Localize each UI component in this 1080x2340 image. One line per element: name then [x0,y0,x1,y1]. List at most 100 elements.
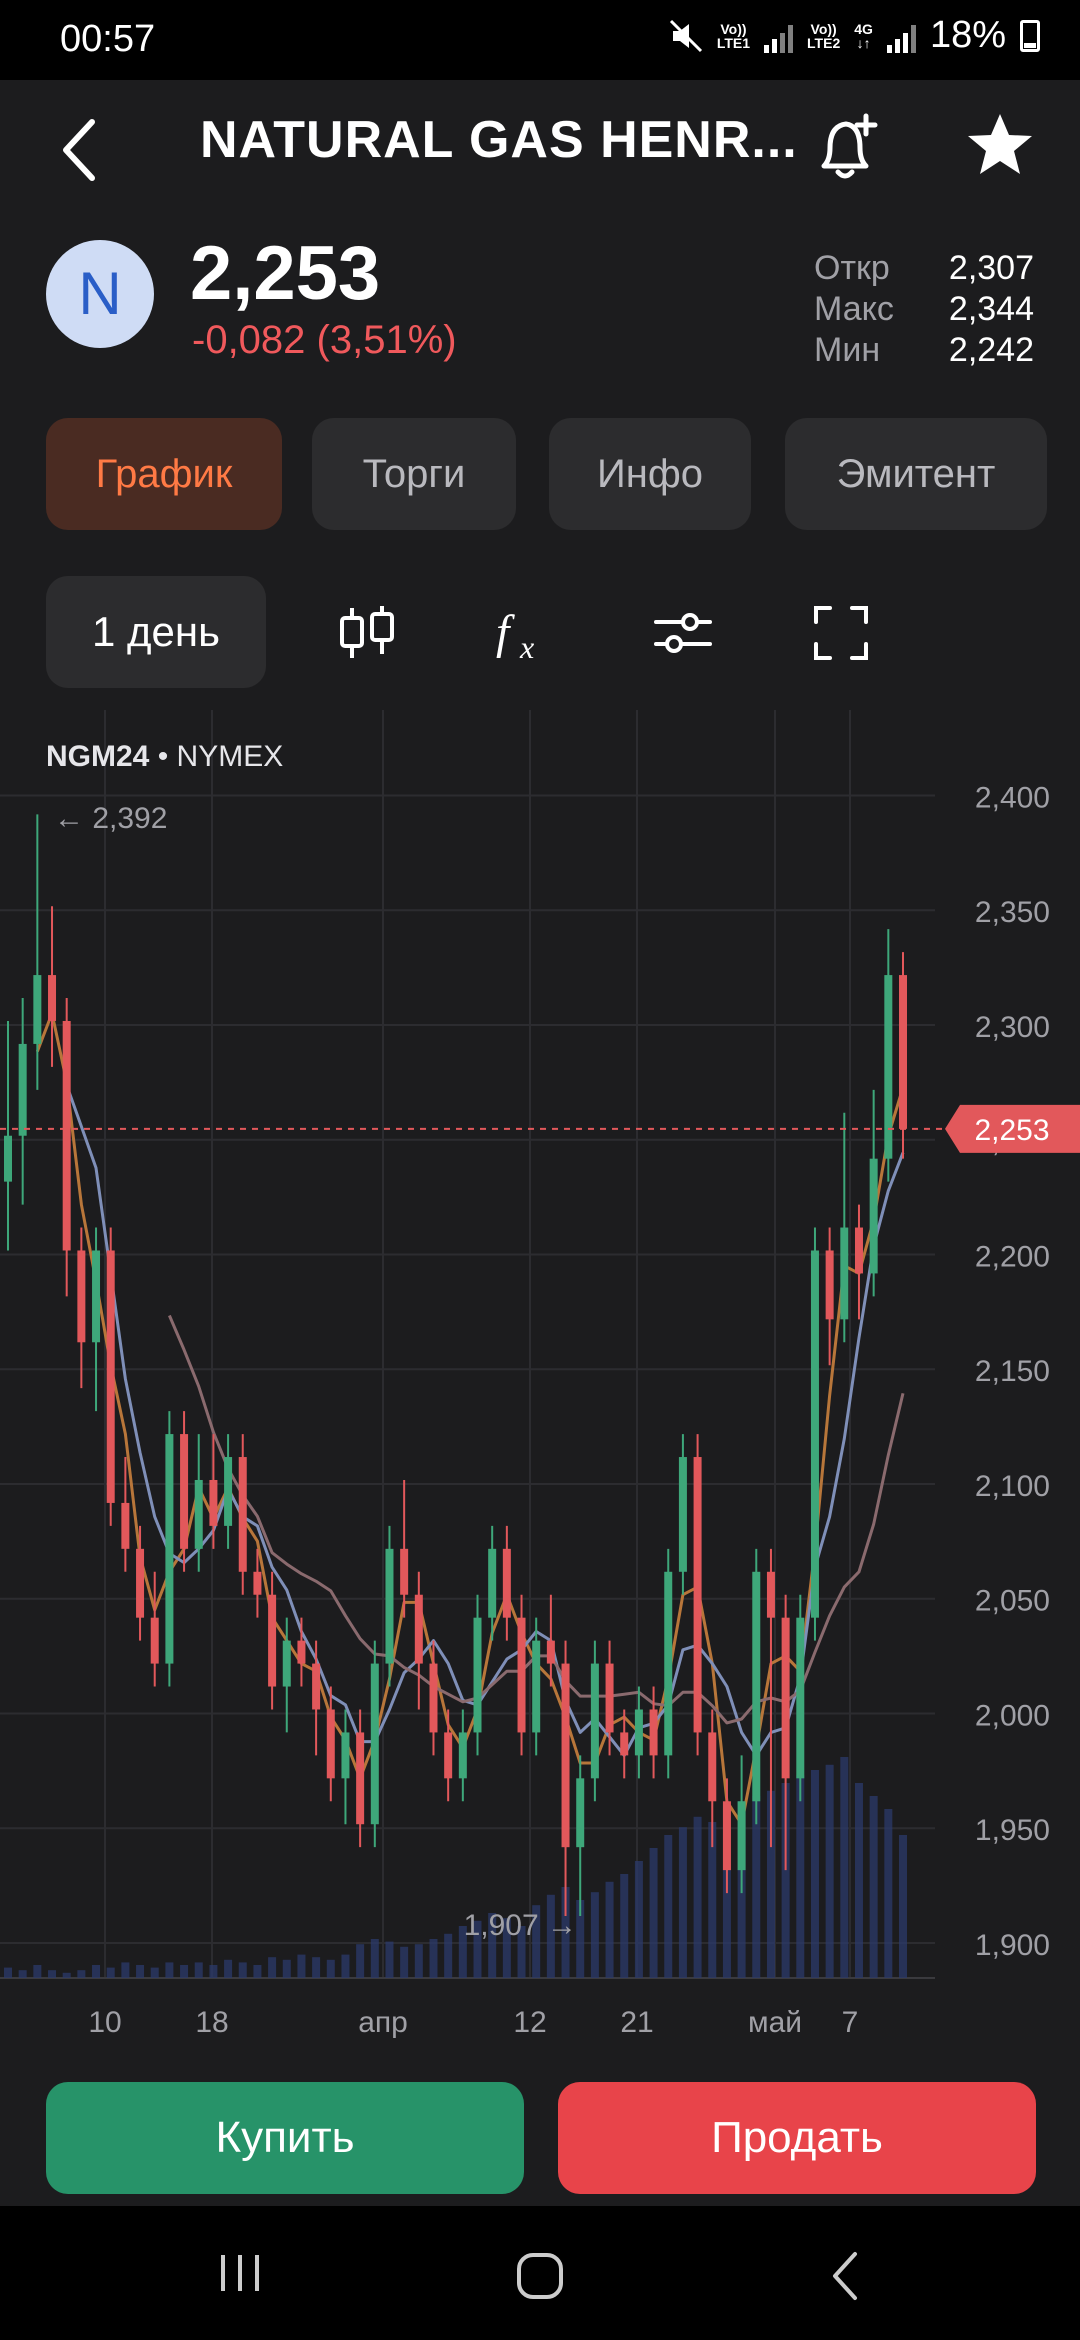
y-axis-label: 1,950 [975,1814,1050,1847]
x-axis-label: апр [358,2006,408,2039]
stat-low: Мин 2,242 [814,331,1034,369]
volume-bar [194,1962,203,1978]
candle-body [488,1548,497,1618]
candle-body [766,1571,775,1618]
candlestick-icon[interactable] [332,598,402,668]
trade-actions: Купить Продать [0,2082,1080,2194]
status-bar: 00:57 Vo)) LTE1 Vo)) LTE2 4G ↓↑ 18% [0,0,1080,80]
nav-back-icon[interactable] [825,2248,865,2304]
candle-body [605,1663,614,1733]
volume-bar [840,1757,849,1978]
fullscreen-icon[interactable] [806,598,876,668]
volume-bar [693,1816,702,1978]
back-icon[interactable] [50,110,110,190]
tab-info[interactable]: Инфо [549,418,751,530]
moving-average-line [65,1084,905,1757]
x-axis-label: 18 [195,2006,228,2039]
home-icon[interactable] [515,2251,565,2301]
stat-open: Откр 2,307 [814,249,1034,287]
tab-chart[interactable]: График [46,418,282,530]
candle-body [899,975,907,1129]
price-chart[interactable]: 2,4002,3502,3002,2502,2002,1502,1002,050… [0,710,1080,2090]
candle-body [282,1640,291,1687]
quote-summary: N 2,253 -0,082 (3,51%) Откр 2,307 Макс 2,3… [0,230,1080,380]
volume-bar [180,1965,189,1978]
y-axis-label: 2,200 [975,1240,1050,1273]
candle-body [810,1250,819,1618]
stat-high: Макс 2,344 [814,290,1034,328]
y-axis-label: 2,000 [975,1699,1050,1732]
volume-bar [341,1954,350,1978]
volume-bar [634,1861,643,1978]
signal-1-icon [764,19,794,53]
candle-body [194,1479,203,1549]
candle-body [180,1434,189,1549]
y-axis-label: 2,050 [975,1585,1050,1618]
candle-body [840,1227,849,1320]
tab-issuer[interactable]: Эмитент [785,418,1047,530]
volume-bar [209,1965,218,1978]
y-axis-label: 2,300 [975,1011,1050,1044]
x-axis-label: 7 [842,2006,859,2039]
bell-plus-icon[interactable] [810,108,880,188]
volume-bar [414,1944,423,1978]
candle-body [532,1640,541,1733]
function-icon[interactable]: f x [490,598,560,668]
recent-apps-icon[interactable] [215,2251,265,2295]
chart-ticker: NGM24 • NYMEX [46,740,283,774]
candle-body [429,1663,438,1733]
candle-body [737,1801,746,1871]
volume-bar [678,1827,687,1978]
candle-body [869,1158,878,1274]
volume-bar [253,1965,262,1978]
tab-trades[interactable]: Торги [312,418,516,530]
volume-bar [370,1939,379,1978]
svg-text:x: x [519,629,534,665]
volume-bar [77,1970,86,1978]
buy-button[interactable]: Купить [46,2082,524,2194]
y-axis-label: 2,350 [975,896,1050,929]
volume-bar [429,1939,438,1978]
candle-body [854,1227,863,1274]
candle-body [312,1663,321,1710]
volume-bar [268,1957,277,1978]
mute-icon [669,19,702,52]
sliders-icon[interactable] [648,598,718,668]
candle-body [18,1043,27,1136]
x-axis-label: 12 [513,2006,546,2039]
volume-bar [4,1967,12,1978]
volume-bar [18,1970,27,1978]
volume-bar [312,1957,321,1978]
candle-body [341,1732,350,1779]
x-axis-label: 21 [620,2006,653,2039]
candle-body [326,1709,335,1779]
candle-body [356,1732,365,1825]
star-icon[interactable] [965,110,1035,180]
instrument-title: NATURAL GAS HENR... [200,111,798,169]
ticker-symbol: NGM24 [46,740,150,773]
volume-bar [62,1972,71,1978]
network-type: 4G ↓↑ [854,20,873,51]
y-axis-label: 1,900 [975,1929,1050,1962]
candle-body [620,1732,629,1756]
candle-body [722,1801,731,1871]
candle-body [576,1778,585,1848]
volume-bar [620,1874,629,1978]
chart-canvas[interactable]: 2,4002,3502,3002,2502,2002,1502,1002,050… [0,710,1080,2090]
candle-body [238,1457,247,1572]
candle-body [400,1548,409,1595]
candle-body [546,1640,555,1664]
sell-button[interactable]: Продать [558,2082,1036,2194]
candle-body [385,1548,394,1664]
svg-text:f: f [496,606,515,659]
candle-body [77,1250,86,1343]
candle-body [414,1594,423,1664]
volume-bar [326,1959,335,1978]
candle-body [92,1250,101,1343]
volume-bar [282,1959,291,1978]
volume-bar [356,1944,365,1978]
candle-body [664,1571,673,1756]
x-axis-label: май [748,2006,802,2039]
period-selector[interactable]: 1 день [46,576,266,688]
price-stats: Откр 2,307 Макс 2,344 Мин 2,242 [814,248,1034,371]
